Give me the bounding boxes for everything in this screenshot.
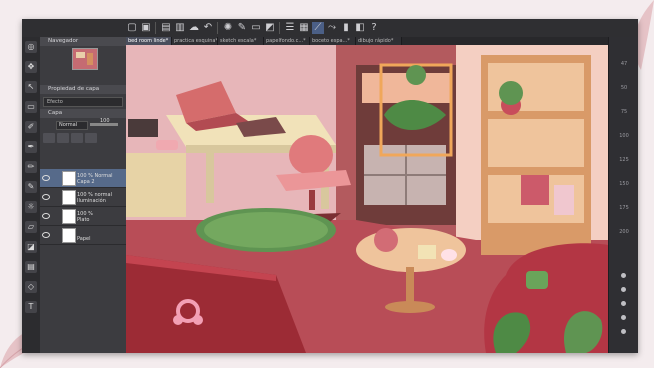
text-tool-icon[interactable]: T bbox=[25, 301, 37, 313]
layer-name-label: Capa 2 bbox=[77, 179, 95, 185]
ruler-number: 200 bbox=[619, 229, 629, 235]
toolbar-divider bbox=[217, 22, 218, 34]
layer-thumbnail bbox=[62, 209, 76, 224]
zoom-tool-icon[interactable]: ◎ bbox=[25, 41, 37, 53]
folder-icon[interactable]: ▥ bbox=[174, 22, 186, 34]
eyedropper-tool-icon[interactable]: ✐ bbox=[25, 121, 37, 133]
visibility-eye-icon[interactable] bbox=[42, 194, 50, 200]
menu-icon[interactable]: ☰ bbox=[284, 22, 296, 34]
mask-button[interactable] bbox=[71, 133, 83, 143]
brush-size-dot[interactable] bbox=[621, 329, 626, 334]
tool-strip: ◎ ✥ ↖ ▭ ✐ ✒ ✏ ✎ ☼ ▱ ◪ ▤ ◇ T bbox=[22, 37, 41, 353]
new-layer-button[interactable] bbox=[43, 133, 55, 143]
grid-icon[interactable]: ▦ bbox=[298, 22, 310, 34]
opacity-value: 100 bbox=[100, 118, 110, 124]
fill-tool-icon[interactable]: ◪ bbox=[25, 241, 37, 253]
ruler-icon[interactable]: ▮ bbox=[340, 22, 352, 34]
eraser-tool-icon[interactable]: ▱ bbox=[25, 221, 37, 233]
layer-thumbnail bbox=[62, 228, 76, 243]
ruler-number: 47 bbox=[620, 61, 628, 67]
navigator-title: Navegador bbox=[40, 37, 126, 46]
toolbar-divider bbox=[155, 22, 156, 34]
document-tabs: bed room linde* practica esquina* sketch e… bbox=[126, 37, 638, 45]
figure-tool-icon[interactable]: ◇ bbox=[25, 281, 37, 293]
line-tool-icon[interactable]: ⟋ bbox=[312, 22, 324, 34]
layer-panel-title: Capa bbox=[40, 109, 126, 118]
layer-thumbnail bbox=[62, 190, 76, 205]
right-side-bar: 47 50 75 100 125 150 175 200 bbox=[608, 37, 638, 353]
save-icon[interactable]: ▤ bbox=[160, 22, 172, 34]
brush-size-dot[interactable] bbox=[621, 315, 626, 320]
navigator-preview bbox=[72, 48, 98, 70]
ruler-number: 50 bbox=[620, 85, 628, 91]
layer-name-label: Plato bbox=[77, 217, 90, 223]
open-file-icon[interactable]: ▣ bbox=[140, 22, 152, 34]
new-file-icon[interactable]: ▢ bbox=[126, 22, 138, 34]
toolbar-divider bbox=[279, 22, 280, 34]
layer-name-label: Iluminación bbox=[77, 198, 106, 204]
clip-studio-window: ▢ ▣ ▤ ▥ ☁ ↶ ✺ ✎ ▭ ◩ ☰ ▦ ⟋ ⤳ ▮ ◧ ? ◎ ✥ ↖ … bbox=[22, 19, 638, 353]
layer-property-title: Propiedad de capa bbox=[40, 85, 126, 94]
layer-row[interactable]: 100 % Plato bbox=[40, 207, 126, 226]
gradient-tool-icon[interactable]: ▤ bbox=[25, 261, 37, 273]
loading-spinner-icon[interactable]: ✺ bbox=[222, 22, 234, 34]
ruler-number: 100 bbox=[619, 133, 629, 139]
brush-icon[interactable]: ✎ bbox=[236, 22, 248, 34]
tab-document[interactable]: boceto espa...* bbox=[310, 37, 356, 45]
fill-icon[interactable]: ◩ bbox=[264, 22, 276, 34]
undo-icon[interactable]: ↶ bbox=[202, 22, 214, 34]
move-tool-icon[interactable]: ✥ bbox=[25, 61, 37, 73]
drawing-canvas[interactable] bbox=[126, 45, 608, 353]
effect-field[interactable]: Efecto bbox=[43, 97, 123, 107]
layer-list: 100 % Normal Capa 2 100 % normal Iluminació… bbox=[40, 169, 126, 269]
tab-document[interactable]: bed room linde* bbox=[126, 37, 172, 45]
tab-document[interactable]: dibujo rápido* bbox=[356, 37, 402, 45]
delete-layer-button[interactable] bbox=[85, 133, 97, 143]
new-folder-button[interactable] bbox=[57, 133, 69, 143]
layer-row[interactable]: Papel bbox=[40, 226, 126, 245]
eraser-icon[interactable]: ▭ bbox=[250, 22, 262, 34]
ruler-number: 75 bbox=[620, 109, 628, 115]
brush-size-dot[interactable] bbox=[621, 287, 626, 292]
airbrush-tool-icon[interactable]: ☼ bbox=[25, 201, 37, 213]
ruler-number: 150 bbox=[619, 181, 629, 187]
selection-tool-icon[interactable]: ▭ bbox=[25, 101, 37, 113]
blend-mode-select[interactable]: Normal bbox=[56, 121, 88, 130]
ruler-number: 175 bbox=[619, 205, 629, 211]
tab-document[interactable]: practica esquina* bbox=[172, 37, 218, 45]
visibility-eye-icon[interactable] bbox=[42, 232, 50, 238]
layers-panel: Navegador Propiedad de capa Efecto Capa … bbox=[40, 37, 127, 353]
brush-size-dot[interactable] bbox=[621, 301, 626, 306]
layer-row[interactable]: 100 % Normal Capa 2 bbox=[40, 169, 126, 188]
operation-tool-icon[interactable]: ↖ bbox=[25, 81, 37, 93]
pen-tool-icon[interactable]: ✒ bbox=[25, 141, 37, 153]
ruler-number: 125 bbox=[619, 157, 629, 163]
visibility-eye-icon[interactable] bbox=[42, 213, 50, 219]
help-icon[interactable]: ? bbox=[368, 22, 380, 34]
pencil-tool-icon[interactable]: ✏ bbox=[25, 161, 37, 173]
brush-size-dot[interactable] bbox=[621, 273, 626, 278]
layer-name-label: Papel bbox=[77, 236, 91, 242]
visibility-eye-icon[interactable] bbox=[42, 175, 50, 181]
layer-row[interactable]: 100 % normal Iluminación bbox=[40, 188, 126, 207]
bedroom-illustration bbox=[126, 45, 608, 353]
tab-document[interactable]: sketch escala* bbox=[218, 37, 264, 45]
layer-thumbnail bbox=[62, 171, 76, 186]
curve-tool-icon[interactable]: ⤳ bbox=[326, 22, 338, 34]
layer-icon[interactable]: ◧ bbox=[354, 22, 366, 34]
main-toolbar: ▢ ▣ ▤ ▥ ☁ ↶ ✺ ✎ ▭ ◩ ☰ ▦ ⟋ ⤳ ▮ ◧ ? bbox=[22, 19, 638, 38]
tab-document[interactable]: papelfondo.c...* bbox=[264, 37, 310, 45]
cloud-icon[interactable]: ☁ bbox=[188, 22, 200, 34]
brush-tool-icon[interactable]: ✎ bbox=[25, 181, 37, 193]
